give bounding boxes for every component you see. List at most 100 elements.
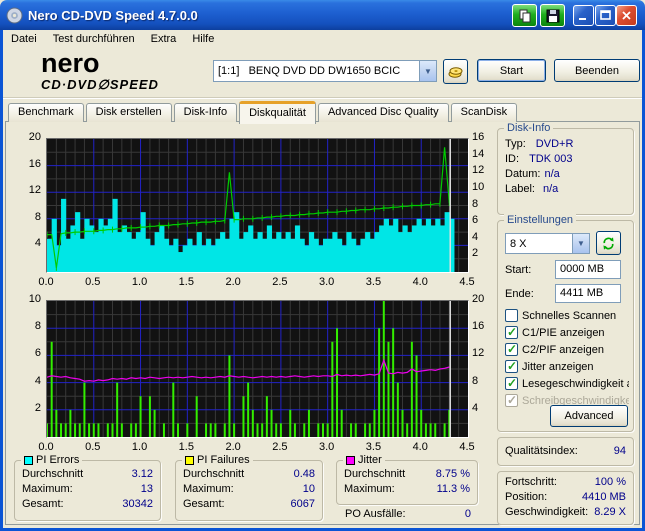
stat-row: Durchschnitt 0.48: [183, 468, 315, 480]
menu-datei[interactable]: Datei: [3, 31, 45, 47]
axis-tick-label: 2: [472, 247, 479, 260]
axis-tick-label: 6: [34, 347, 41, 360]
chevron-down-icon[interactable]: ▼: [572, 234, 589, 253]
progress-panel: Fortschritt: 100 % Position: 4410 MB Gesch…: [497, 471, 634, 525]
menu-hilfe[interactable]: Hilfe: [184, 31, 222, 47]
axis-tick-label: 16: [472, 131, 485, 143]
tab-benchmark[interactable]: Benchmark: [8, 103, 84, 122]
axis-tick-label: 4: [34, 237, 41, 250]
axis-tick-label: 3.0: [319, 276, 335, 288]
pi-failures-legend-icon: [185, 455, 194, 465]
tab-disk-erstellen[interactable]: Disk erstellen: [85, 103, 172, 122]
axis-tick-label: 4.0: [412, 276, 428, 288]
menu-bar: Datei Test durchführen Extra Hilfe: [3, 30, 642, 48]
pi-errors-stats-panel: PI Errors Durchschnitt 3.12 Maximum: 13 Ge…: [14, 454, 161, 521]
axis-tick-label: 4: [472, 230, 479, 243]
checkbox-c1-pie[interactable]: C1/PIE anzeigen: [505, 325, 629, 340]
jitter-stats-panel: Jitter Durchschnitt 8.75 % Maximum: 11.3 %: [336, 454, 478, 505]
copy-button[interactable]: [512, 4, 537, 27]
tab-disk-info[interactable]: Disk-Info: [173, 103, 238, 122]
axis-tick-label: 8: [34, 320, 41, 333]
po-failures-row: PO Ausfälle: 0: [345, 508, 471, 520]
disc-button[interactable]: [443, 59, 468, 84]
axis-tick-label: 10: [28, 293, 41, 305]
tab-bar: Benchmark Disk erstellen Disk-Info Diskq…: [8, 101, 519, 124]
stat-row: Gesamt: 30342: [22, 498, 153, 510]
discs-icon: [448, 67, 463, 78]
drive-select[interactable]: [1:1] BENQ DVD DD DW1650 BCIC ▼: [213, 60, 437, 82]
advanced-button[interactable]: Advanced: [550, 405, 628, 427]
pi-failures-chart: 10 8 6 4 2 20 16 12 8 4 0.0 0.5 1.0 1.5 2.0 2.5 3.0 3.5 4.…: [8, 292, 488, 454]
jitter-stats-title: Jitter: [358, 454, 382, 466]
axis-tick-label: 3.5: [365, 441, 382, 453]
axis-tick-label: 12: [472, 347, 485, 360]
checkbox-icon[interactable]: [505, 376, 518, 390]
checkbox-jitter[interactable]: Jitter anzeigen: [505, 359, 629, 374]
disk-id-row: ID: TDK 003: [505, 153, 573, 165]
drive-select-value: [1:1] BENQ DVD DD DW1650 BCIC: [218, 65, 401, 77]
checkbox-icon[interactable]: [505, 309, 518, 322]
axis-tick-label: 16: [472, 320, 485, 333]
maximize-button[interactable]: [595, 5, 616, 26]
axis-tick-label: 12: [472, 164, 485, 177]
start-button[interactable]: Start: [477, 59, 546, 82]
tab-scandisk[interactable]: ScanDisk: [450, 103, 518, 122]
axis-tick-label: 2.0: [225, 441, 241, 453]
refresh-button[interactable]: [596, 231, 621, 255]
axis-tick-label: 4.5: [459, 276, 475, 288]
cd-icon: [6, 7, 23, 24]
axis-tick-label: 4.0: [412, 441, 428, 453]
nero-logo: nero CD·DVD∅SPEED: [41, 50, 159, 92]
menu-test-durchfuehren[interactable]: Test durchführen: [45, 31, 143, 47]
position-row: Position: 4410 MB: [505, 491, 626, 503]
minimize-button[interactable]: [573, 5, 594, 26]
axis-tick-label: 4: [472, 401, 479, 414]
axis-tick-label: 3.5: [365, 276, 382, 288]
axis-tick-label: 1.0: [131, 441, 148, 453]
pi-errors-legend-icon: [24, 455, 33, 465]
stat-row: Maximum: 10: [183, 483, 315, 495]
end-field[interactable]: 4411 MB: [555, 284, 621, 303]
start-field[interactable]: 0000 MB: [555, 260, 621, 279]
axis-tick-label: 2.5: [272, 441, 288, 453]
titlebar: Nero CD-DVD Speed 4.7.0.0: [0, 0, 645, 30]
axis-tick-label: 8: [34, 210, 41, 223]
checkbox-icon[interactable]: [505, 359, 518, 373]
save-button[interactable]: [540, 4, 565, 27]
checkbox-icon[interactable]: [505, 342, 518, 356]
stat-row: Maximum: 11.3 %: [344, 483, 470, 495]
axis-tick-label: 0.0: [38, 276, 54, 288]
axis-tick-label: 6: [472, 214, 479, 227]
settings-title: Einstellungen: [504, 214, 577, 226]
quit-button[interactable]: Beenden: [554, 59, 640, 82]
tab-diskqualitaet[interactable]: Diskqualität: [239, 101, 316, 124]
checkbox-lesegeschwindigkeit[interactable]: Lesegeschwindigkeit a: [505, 376, 629, 391]
pi-failures-stats-title: PI Failures: [197, 454, 250, 466]
disk-type-row: Typ: DVD+R: [505, 138, 574, 150]
checkbox-schnelles-scannen[interactable]: Schnelles Scannen: [505, 308, 629, 323]
tab-advanced-disc-quality[interactable]: Advanced Disc Quality: [317, 103, 449, 122]
jitter-legend-icon: [346, 455, 355, 465]
close-button[interactable]: [616, 5, 637, 26]
disk-info-title: Disk-Info: [504, 122, 554, 134]
window-border: [0, 30, 3, 531]
axis-tick-label: 2.0: [225, 276, 241, 288]
axis-tick-label: 8: [472, 197, 479, 210]
axis-tick-label: 0.5: [85, 441, 101, 453]
disk-date-row: Datum: n/a: [505, 168, 560, 180]
axis-tick-label: 4: [34, 374, 41, 387]
chevron-down-icon[interactable]: ▼: [419, 61, 436, 81]
quality-index-panel: Qualitätsindex: 94: [497, 437, 634, 466]
menu-extra[interactable]: Extra: [143, 31, 185, 47]
stat-row: Durchschnitt 8.75 %: [344, 468, 470, 480]
axis-tick-label: 16: [28, 157, 41, 170]
speed-select[interactable]: 8 X ▼: [505, 233, 590, 254]
disk-info-panel: Disk-Info Typ: DVD+R ID: TDK 003 Datum: n/a…: [497, 122, 634, 215]
axis-tick-label: 1.5: [178, 441, 194, 453]
checkbox-icon[interactable]: [505, 325, 518, 339]
axis-tick-label: 12: [28, 184, 41, 197]
start-field-label: Start:: [505, 264, 532, 276]
axis-tick-label: 4.5: [459, 441, 475, 453]
checkbox-c2-pif[interactable]: C2/PIF anzeigen: [505, 342, 629, 357]
axis-tick-label: 1.0: [131, 276, 148, 288]
